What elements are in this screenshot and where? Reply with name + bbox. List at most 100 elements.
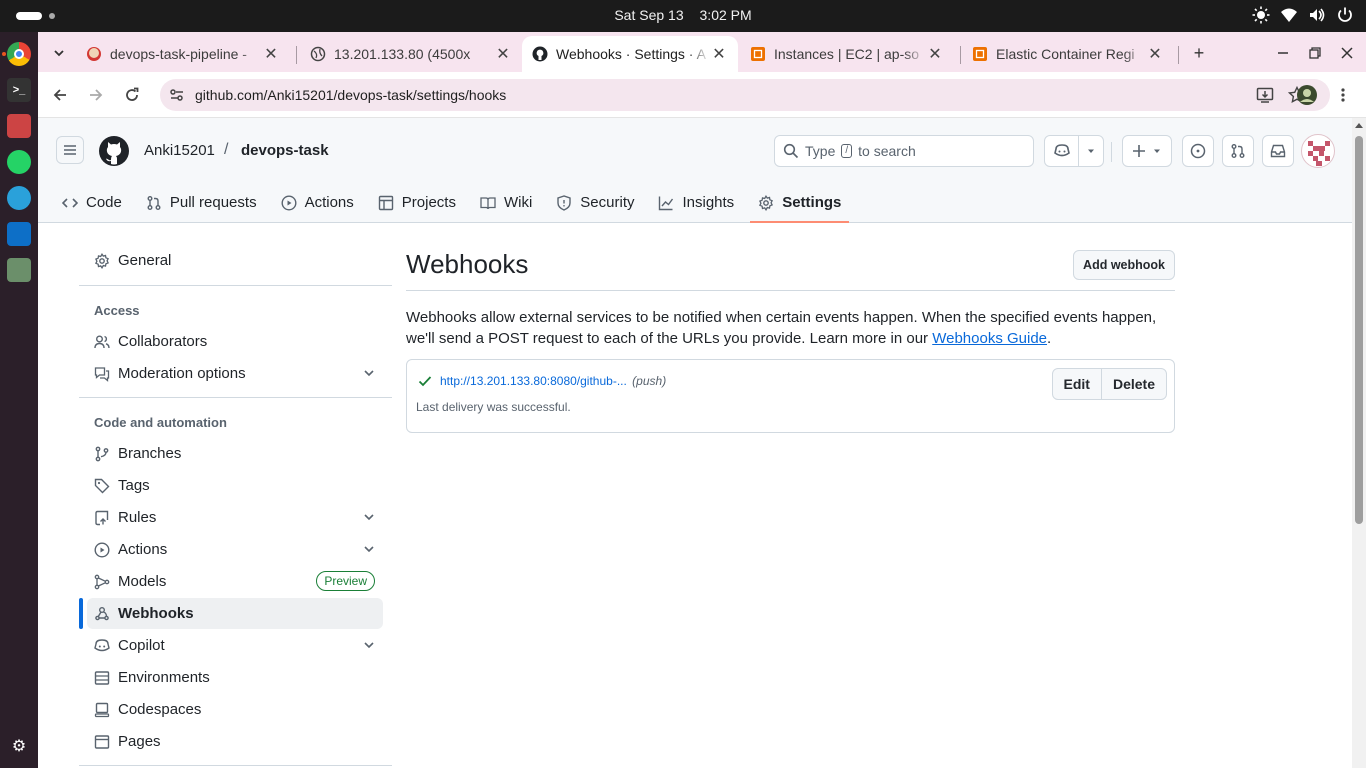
search-placeholder-text: Type <box>805 143 836 159</box>
browser-toolbar: github.com/Anki15201/devops-task/setting… <box>38 72 1366 118</box>
sidebar-item-webhooks[interactable]: Webhooks <box>87 598 383 629</box>
browser-menu-button[interactable] <box>1330 82 1356 108</box>
browser-tab[interactable]: Instances | EC2 | ap-so ✕ <box>740 36 954 72</box>
restore-button[interactable] <box>1302 40 1328 66</box>
browser-tab[interactable]: devops-task-pipeline - ✕ <box>76 36 290 72</box>
aws-icon <box>972 46 988 62</box>
webhook-delivery-status: Last delivery was successful. <box>416 400 571 414</box>
page-scrollbar[interactable] <box>1352 118 1366 768</box>
forward-button[interactable] <box>83 82 109 108</box>
tab-projects[interactable]: Projects <box>370 182 464 223</box>
sidebar-item-copilot[interactable]: Copilot <box>87 630 383 661</box>
close-icon[interactable]: ✕ <box>710 44 728 64</box>
codespaces-icon <box>94 702 110 718</box>
tab-insights[interactable]: Insights <box>650 182 742 223</box>
new-tab-button[interactable]: + <box>1186 40 1212 66</box>
tab-wiki[interactable]: Wiki <box>472 182 540 223</box>
pull-requests-button[interactable] <box>1222 135 1254 167</box>
sidebar-divider <box>79 397 392 398</box>
tab-title: Webhooks · Settings · A <box>556 46 706 62</box>
triangle-down-icon <box>1154 149 1160 153</box>
browser-tab[interactable]: 13.201.133.80 (4500x ✕ <box>300 36 522 72</box>
profile-avatar[interactable] <box>1294 82 1320 108</box>
add-webhook-button[interactable]: Add webhook <box>1073 250 1175 280</box>
close-icon[interactable]: ✕ <box>494 44 512 64</box>
scrollbar-thumb[interactable] <box>1355 136 1363 524</box>
tab-search-button[interactable] <box>46 40 72 66</box>
close-window-button[interactable] <box>1334 40 1360 66</box>
sidebar-item-branches[interactable]: Branches <box>87 438 383 469</box>
sidebar-item-models[interactable]: Models Preview <box>87 566 383 597</box>
webhooks-guide-link[interactable]: Webhooks Guide <box>932 330 1047 347</box>
webhook-url-link[interactable]: http://13.201.133.80:8080/github-... (pu… <box>440 374 666 388</box>
tab-code[interactable]: Code <box>54 182 130 223</box>
terminal-icon[interactable]: >_ <box>7 78 31 102</box>
tab-title: 13.201.133.80 (4500x <box>334 46 471 62</box>
address-bar[interactable]: github.com/Anki15201/devops-task/setting… <box>160 79 1330 111</box>
copilot-button[interactable] <box>1044 135 1104 167</box>
back-button[interactable] <box>47 82 73 108</box>
chevron-down-icon <box>54 50 64 57</box>
triangle-down-icon <box>1087 149 1094 153</box>
tab-label: Actions <box>304 194 354 211</box>
create-new-button[interactable] <box>1122 135 1172 167</box>
system-clock[interactable]: Sat Sep 13 3:02 PM <box>0 7 1366 23</box>
tab-security[interactable]: Security <box>548 182 642 223</box>
tab-actions[interactable]: Actions <box>273 182 362 223</box>
restore-icon <box>1309 47 1321 59</box>
search-input[interactable]: Type / to search <box>774 135 1034 167</box>
minimize-button[interactable] <box>1270 40 1296 66</box>
browser-tab[interactable]: Elastic Container Regi ✕ <box>962 36 1174 72</box>
tab-pull-requests[interactable]: Pull requests <box>138 182 265 223</box>
close-icon[interactable]: ✕ <box>1146 44 1164 64</box>
path-separator: / <box>224 141 229 158</box>
user-avatar[interactable] <box>1301 134 1335 168</box>
close-icon[interactable]: ✕ <box>262 44 280 64</box>
vscode-icon[interactable] <box>7 222 31 246</box>
close-icon[interactable]: ✕ <box>926 44 944 64</box>
tab-label: Wiki <box>503 194 533 211</box>
delete-button[interactable]: Delete <box>1100 369 1166 399</box>
chrome-icon[interactable] <box>7 42 31 66</box>
page-title: Webhooks <box>406 249 529 279</box>
site-info-icon[interactable] <box>168 86 186 109</box>
chevron-down-icon <box>364 514 374 521</box>
repo-push-icon <box>94 510 110 526</box>
sidebar-item-general[interactable]: General <box>87 245 383 276</box>
tab-settings[interactable]: Settings <box>750 182 850 223</box>
sidebar-item-rules[interactable]: Rules <box>87 502 383 533</box>
trash-icon[interactable] <box>7 258 31 282</box>
sidebar-divider <box>79 285 392 286</box>
sidebar-item-pages[interactable]: Pages <box>87 726 383 757</box>
issues-button[interactable] <box>1182 135 1214 167</box>
files-icon[interactable] <box>7 114 31 138</box>
system-tray[interactable] <box>1252 6 1354 24</box>
play-icon <box>94 541 110 558</box>
search-placeholder-text: to search <box>858 143 916 159</box>
telegram-icon[interactable] <box>7 186 31 210</box>
edit-button[interactable]: Edit <box>1053 369 1101 399</box>
global-nav-button[interactable] <box>56 136 84 164</box>
scroll-up-arrow-icon[interactable] <box>1355 123 1363 128</box>
install-app-icon[interactable] <box>1256 86 1274 109</box>
whatsapp-icon[interactable] <box>7 150 31 174</box>
github-logo-icon[interactable] <box>98 135 130 172</box>
chevron-down-icon <box>364 642 374 649</box>
arrow-left-icon <box>53 89 66 101</box>
repo-name-link[interactable]: devops-task <box>241 142 329 159</box>
sidebar-item-label: Models <box>118 573 167 590</box>
repo-owner-link[interactable]: Anki15201 <box>144 142 215 159</box>
webhook-url: http://13.201.133.80:8080/github-... <box>440 374 627 388</box>
show-apps-icon[interactable]: ⚙ <box>7 734 31 758</box>
inbox-button[interactable] <box>1262 135 1294 167</box>
sidebar-item-collaborators[interactable]: Collaborators <box>87 326 383 357</box>
plus-icon: + <box>1193 42 1205 63</box>
sidebar-item-tags[interactable]: Tags <box>87 470 383 501</box>
sidebar-item-actions[interactable]: Actions <box>87 534 383 565</box>
sidebar-item-moderation[interactable]: Moderation options <box>87 358 383 389</box>
sidebar-item-codespaces[interactable]: Codespaces <box>87 694 383 725</box>
profile-icon <box>1297 85 1317 105</box>
reload-button[interactable] <box>119 82 145 108</box>
sidebar-item-environments[interactable]: Environments <box>87 662 383 693</box>
browser-tab-active[interactable]: Webhooks · Settings · A ✕ <box>522 36 738 72</box>
